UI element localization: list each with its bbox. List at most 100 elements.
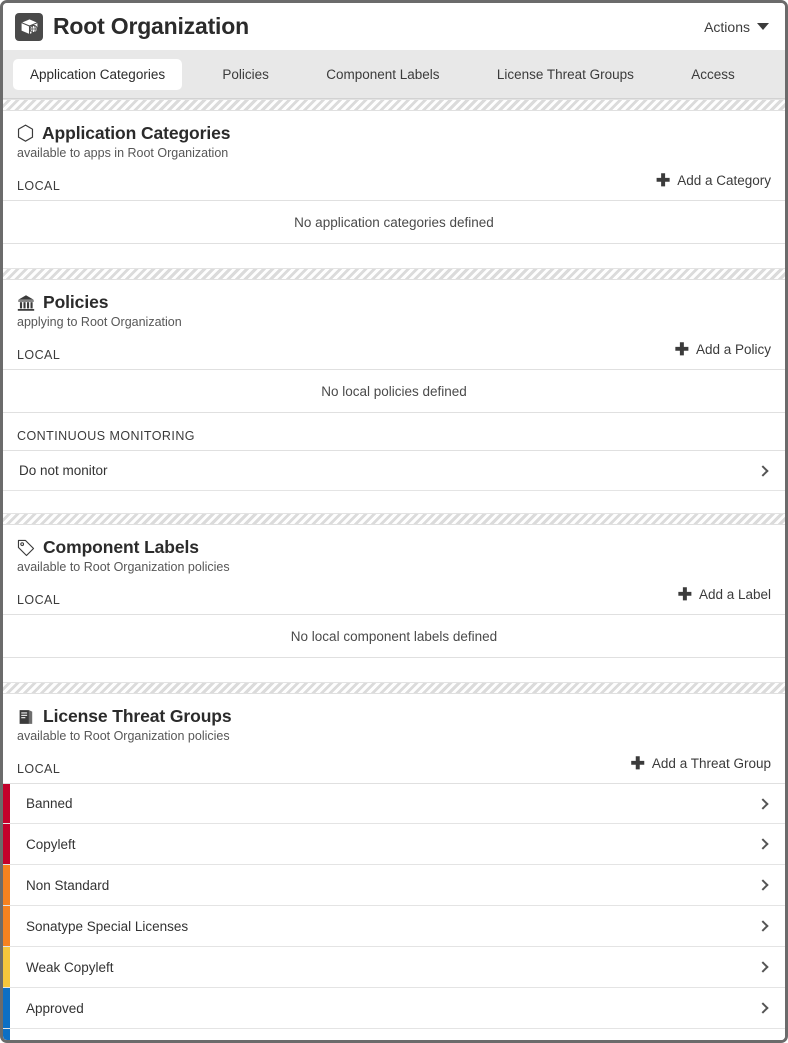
component-labels-title: Component Labels: [43, 537, 199, 557]
plus-icon: ✚: [674, 340, 689, 359]
component-labels-subhead: LOCAL ✚ Add a Label: [3, 574, 785, 614]
organization-box-globe-icon: [15, 12, 43, 41]
policies-subhead: LOCAL ✚ Add a Policy: [3, 329, 785, 369]
threat-level-color-bar: [3, 824, 10, 864]
continuous-monitoring-value: Do not monitor: [19, 463, 108, 478]
add-a-policy-button[interactable]: ✚ Add a Policy: [675, 341, 771, 358]
component-labels-group-label: LOCAL: [17, 593, 61, 607]
threat-group-label: Banned: [26, 796, 73, 811]
tab-access[interactable]: Access: [674, 59, 752, 90]
section-policies: Policies applying to Root Organization L…: [3, 280, 785, 513]
add-a-threat-group-label: Add a Threat Group: [651, 756, 771, 771]
chevron-right-icon: [757, 1002, 769, 1014]
table-row[interactable]: Banned: [3, 783, 785, 824]
application-categories-subhead: LOCAL ✚ Add a Category: [3, 160, 785, 200]
page-title: Root Organization: [53, 13, 249, 39]
section-component-labels: Component Labels available to Root Organ…: [3, 525, 785, 682]
actions-dropdown-button[interactable]: Actions: [704, 19, 769, 35]
table-row[interactable]: Non Standard: [3, 865, 785, 906]
component-labels-bottom-pad: [3, 658, 785, 682]
continuous-monitoring-row[interactable]: Do not monitor: [3, 450, 785, 491]
continuous-monitoring-subhead: CONTINUOUS MONITORING: [3, 413, 785, 450]
application-categories-title: Application Categories: [42, 123, 231, 143]
policies-title: Policies: [43, 292, 109, 312]
chevron-right-icon: [757, 879, 769, 891]
threat-group-label: Sonatype Special Licenses: [26, 918, 189, 934]
tab-policies[interactable]: Policies: [205, 59, 286, 90]
application-categories-group-label: LOCAL: [17, 179, 61, 193]
application-window: Root Organization Actions Application Ca…: [0, 0, 788, 1043]
plus-icon: ✚: [655, 171, 671, 190]
component-labels-empty-state: No local component labels defined: [3, 614, 785, 658]
book-icon: [17, 708, 35, 726]
add-a-category-label: Add a Category: [677, 173, 771, 188]
threat-level-color-bar: [3, 1029, 10, 1040]
threat-level-color-bar: [3, 988, 10, 1028]
section-separator-1: [3, 99, 785, 111]
chevron-right-icon: [757, 464, 769, 477]
section-license-threat-groups: License Threat Groups available to Root …: [3, 694, 785, 1040]
plus-icon: ✚: [677, 585, 692, 604]
tag-icon: [17, 539, 35, 557]
chevron-right-icon: [757, 961, 769, 973]
threat-group-label: Non Standard: [26, 877, 110, 893]
license-threat-groups-header: License Threat Groups available to Root …: [3, 694, 785, 743]
policies-group-label: LOCAL: [17, 348, 61, 362]
chevron-down-icon: [757, 23, 769, 30]
license-threat-groups-title: License Threat Groups: [43, 706, 232, 726]
threat-group-label: Approved: [26, 1000, 84, 1016]
threat-level-color-bar: [3, 784, 10, 823]
chevron-right-icon: [757, 797, 769, 810]
page-header: Root Organization Actions: [3, 3, 785, 50]
tab-application-categories[interactable]: Application Categories: [13, 58, 183, 90]
license-threat-groups-list: Banned Copyleft Non Standard Sonatype Speci…: [3, 783, 785, 1040]
add-a-threat-group-button[interactable]: ✚ Add a Threat Group: [631, 755, 771, 772]
table-row[interactable]: Copyleft: [3, 824, 785, 865]
policies-subtitle: applying to Root Organization: [17, 315, 182, 329]
plus-icon: ✚: [630, 754, 645, 773]
table-row[interactable]: Approved: [3, 988, 785, 1029]
add-a-category-button[interactable]: ✚ Add a Category: [656, 172, 771, 189]
header-left-group: Root Organization: [15, 12, 704, 41]
policies-title-row: Policies: [17, 292, 771, 313]
application-categories-subtitle: available to apps in Root Organization: [17, 146, 229, 160]
license-threat-groups-subhead: LOCAL ✚ Add a Threat Group: [3, 743, 785, 783]
threat-group-label: Copyleft: [26, 836, 76, 852]
tab-component-labels[interactable]: Component Labels: [309, 59, 456, 90]
threat-group-label: Weak Copyleft: [26, 959, 114, 975]
application-categories-empty-state: No application categories defined: [3, 200, 785, 244]
component-labels-subtitle: available to Root Organization policies: [17, 560, 230, 574]
chevron-right-icon: [757, 838, 769, 850]
component-labels-header: Component Labels available to Root Organ…: [3, 525, 785, 574]
tab-license-threat-groups[interactable]: License Threat Groups: [480, 59, 651, 90]
continuous-monitoring-label: CONTINUOUS MONITORING: [17, 429, 195, 443]
table-row[interactable]: Weak Copyleft: [3, 947, 785, 988]
table-row[interactable]: Sonatype Special Licenses: [3, 906, 785, 947]
section-separator-2: [3, 268, 785, 280]
policies-bottom-pad: [3, 491, 785, 513]
threat-level-color-bar: [3, 865, 10, 905]
chevron-right-icon: [757, 920, 769, 932]
license-threat-groups-subtitle: available to Root Organization policies: [17, 729, 230, 743]
policies-header: Policies applying to Root Organization: [3, 280, 785, 329]
license-threat-groups-group-label: LOCAL: [17, 762, 61, 776]
section-separator-3: [3, 513, 785, 525]
application-categories-title-row: Application Categories: [17, 123, 771, 144]
bank-institution-icon: [17, 294, 35, 312]
policies-empty-state: No local policies defined: [3, 369, 785, 413]
add-a-policy-label: Add a Policy: [695, 342, 771, 357]
continuous-monitoring-block: CONTINUOUS MONITORING Do not monitor: [3, 413, 785, 491]
section-application-categories: Application Categories available to apps…: [3, 111, 785, 268]
license-threat-groups-title-row: License Threat Groups: [17, 706, 771, 727]
actions-dropdown-label: Actions: [704, 18, 750, 35]
hexagon-icon: [17, 124, 34, 143]
threat-level-color-bar: [3, 947, 10, 987]
application-categories-bottom-pad: [3, 244, 785, 268]
tab-bar: Application Categories Policies Componen…: [3, 50, 785, 99]
section-separator-4: [3, 682, 785, 694]
application-categories-header: Application Categories available to apps…: [3, 111, 785, 160]
add-a-label-button[interactable]: ✚ Add a Label: [678, 586, 771, 603]
table-row[interactable]: Liberal: [3, 1029, 785, 1040]
component-labels-title-row: Component Labels: [17, 537, 771, 558]
threat-level-color-bar: [3, 906, 10, 946]
